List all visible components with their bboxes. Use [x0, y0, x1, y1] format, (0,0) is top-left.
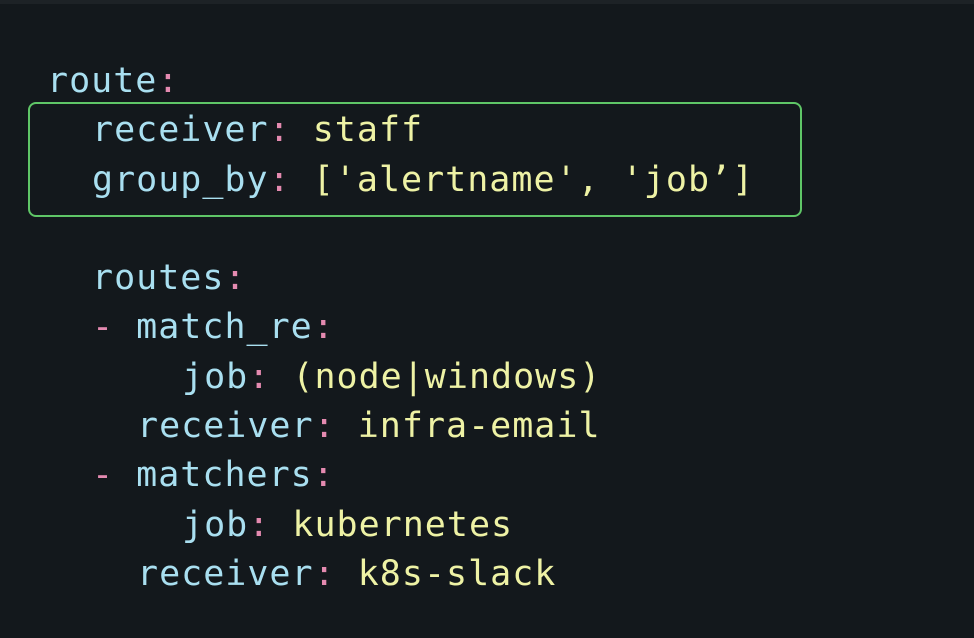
job-colon: :	[248, 357, 271, 397]
job-key: job	[182, 505, 249, 545]
job-key: job	[182, 357, 249, 397]
list-dash: -	[92, 307, 115, 347]
group-by-key: group_by	[92, 160, 269, 200]
group-by-colon: :	[268, 160, 291, 200]
receiver-colon: :	[313, 554, 336, 594]
code-line-matchers: - matchers:	[92, 451, 335, 499]
route-key: route	[47, 61, 158, 101]
match-re-colon: :	[312, 307, 335, 347]
yaml-code-block: route: receiver: staff group_by: ['alert…	[0, 0, 974, 638]
code-line-receiver-infra: receiver: infra-email	[137, 402, 601, 450]
receiver-key: receiver	[137, 406, 314, 446]
job-value: kubernetes	[292, 505, 514, 545]
job-colon: :	[248, 505, 271, 545]
matchers-colon: :	[312, 455, 335, 495]
list-dash: -	[92, 455, 115, 495]
code-line-receiver-k8s: receiver: k8s-slack	[137, 550, 556, 598]
code-line-group-by: group_by: ['alertname', 'job’]	[92, 156, 754, 204]
receiver-value: infra-email	[357, 406, 601, 446]
code-line-routes: routes:	[92, 254, 247, 302]
job-value: (node|windows)	[292, 357, 602, 397]
code-line-route: route:	[47, 57, 179, 105]
code-line-job-node: job: (node|windows)	[182, 353, 601, 401]
receiver-value: staff	[312, 110, 424, 150]
routes-colon: :	[224, 258, 247, 298]
group-by-value: ['alertname', 'job’]	[312, 160, 755, 200]
routes-key: routes	[92, 258, 225, 298]
receiver-key: receiver	[92, 110, 269, 150]
code-line-receiver: receiver: staff	[92, 106, 423, 154]
receiver-colon: :	[268, 110, 291, 150]
matchers-key: matchers	[136, 455, 313, 495]
receiver-colon: :	[313, 406, 336, 446]
code-line-job-kubernetes: job: kubernetes	[182, 501, 513, 549]
route-colon: :	[157, 61, 180, 101]
receiver-key: receiver	[137, 554, 314, 594]
code-line-match-re: - match_re:	[92, 303, 335, 351]
code-slide: route: receiver: staff group_by: ['alert…	[0, 0, 974, 638]
match-re-key: match_re	[136, 307, 313, 347]
receiver-value: k8s-slack	[357, 554, 557, 594]
